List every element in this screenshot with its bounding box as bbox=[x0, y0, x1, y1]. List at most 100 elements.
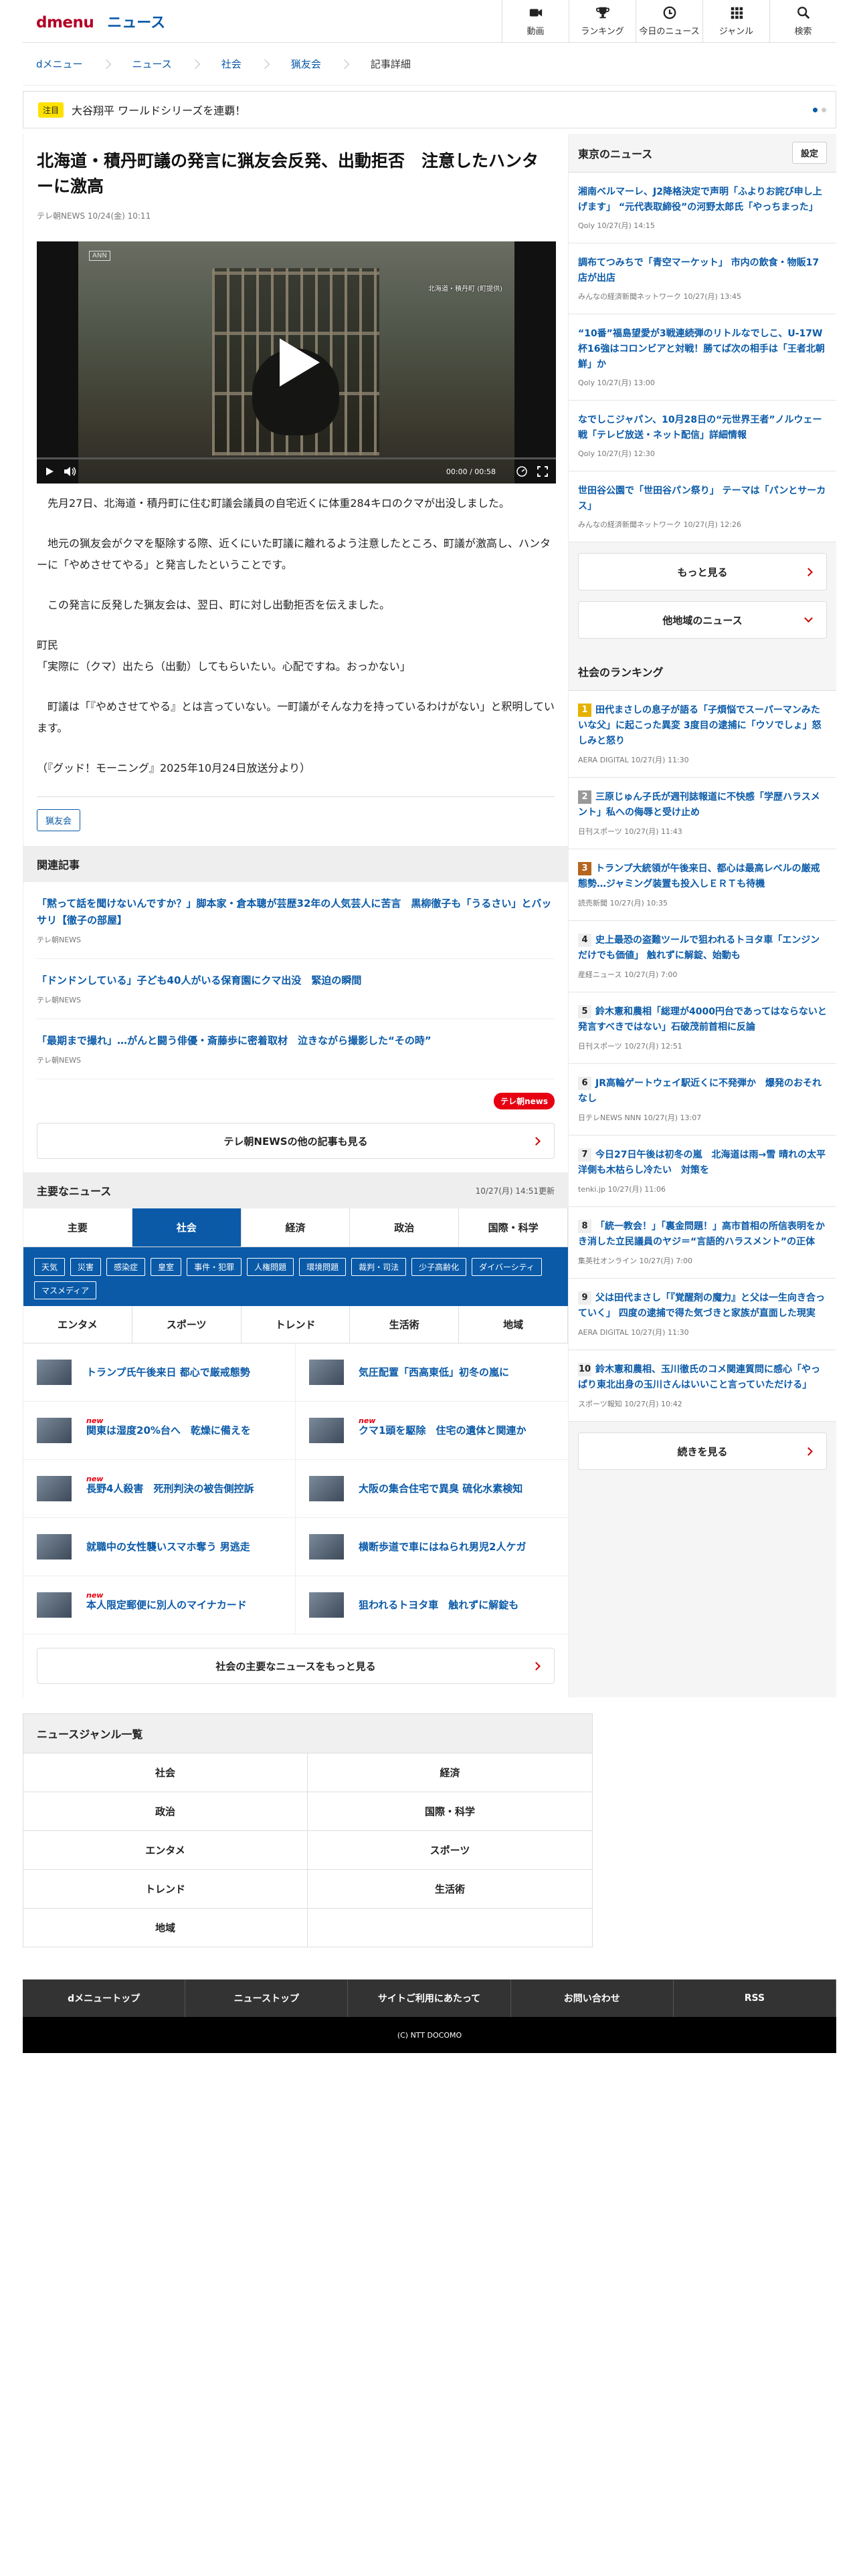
ranking-item[interactable]: 8 「統一教会！」「裏金問題！」高市首相の所信表明をかき消した立民議員のヤジ＝“言… bbox=[569, 1207, 836, 1279]
genre-link[interactable]: 経済 bbox=[308, 1753, 592, 1792]
breadcrumb-society[interactable]: 社会 bbox=[221, 57, 242, 71]
ranking-item-title[interactable]: 三原じゅん子氏が週刊誌報道に不快感「学歴ハラスメント」私への侮辱と受け止め bbox=[578, 792, 820, 818]
nav-search[interactable]: 検索 bbox=[769, 0, 836, 43]
tab-society[interactable]: 社会 bbox=[132, 1208, 242, 1247]
ranking-item[interactable]: 7 今日27日午後は初冬の嵐 北海道は雨→雪 晴れの太平洋側も木枯らし冷たい 対策… bbox=[569, 1136, 836, 1207]
ticker-dot[interactable] bbox=[822, 107, 826, 112]
chip[interactable]: 天気 bbox=[34, 1258, 66, 1276]
tab-economy[interactable]: 経済 bbox=[242, 1208, 351, 1247]
genre-link[interactable]: 政治 bbox=[23, 1792, 308, 1830]
other-region-button[interactable]: 他地域のニュース bbox=[578, 601, 827, 639]
news-grid-title[interactable]: 本人限定郵便に別人のマイナカード bbox=[86, 1599, 247, 1611]
ranking-more-button[interactable]: 続きを見る bbox=[578, 1432, 827, 1470]
news-grid-title[interactable]: 大阪の集合住宅で異臭 硫化水素検知 bbox=[359, 1483, 522, 1495]
ranking-item[interactable]: 6 JR高輪ゲートウェイ駅近くに不発弾か 爆発のおそれなし 日テレNEWS NNN … bbox=[569, 1064, 836, 1136]
local-news-title-text[interactable]: 世田谷公園で「世田谷パン祭り」 テーマは「パンとサーカス」 bbox=[578, 484, 827, 514]
footer-link[interactable]: サイトご利用にあたって bbox=[348, 1979, 511, 2017]
news-grid-item[interactable]: 就職中の女性襲いスマホ奪う 男逃走 bbox=[23, 1518, 296, 1576]
news-grid-title[interactable]: 気圧配置「西高東低」初冬の嵐に bbox=[359, 1366, 509, 1378]
chip[interactable]: 感染症 bbox=[106, 1258, 146, 1276]
ranking-item[interactable]: 4 史上最恐の盗難ツールで狙われるトヨタ車「エンジンだけでも価値」 触れずに解錠、… bbox=[569, 921, 836, 992]
local-news-item[interactable]: なでしこジャパン、10月28日の“元世界王者”ノルウェー戦「テレビ放送・ネット配… bbox=[569, 401, 836, 471]
ranking-item[interactable]: 3 トランプ大統領が午後来日、都心は最高レベルの厳戒態勢…ジャミング装置も投入しＥ… bbox=[569, 849, 836, 921]
video-player[interactable]: ANN 北海道・積丹町 (町提供) 00:00 / 00:58 bbox=[37, 241, 556, 484]
local-news-title-text[interactable]: 湘南ベルマーレ、J2降格決定で声明「ふよりお詫び申し上げます」 “元代表取締役”… bbox=[578, 185, 827, 215]
related-item[interactable]: 「最期まで撮れ」…がんと闘う俳優・斎藤歩に密着取材 泣きながら撮影した“その時”… bbox=[37, 1019, 555, 1079]
chip[interactable]: マスメディア bbox=[34, 1281, 97, 1299]
nav-ranking[interactable]: ランキング bbox=[569, 0, 636, 43]
ranking-item[interactable]: 9 父は田代まさし「『覚醒剤の魔力』と父は一生向き合っていく」 四度の逮捕で得た気… bbox=[569, 1279, 836, 1350]
genre-link[interactable]: エンタメ bbox=[23, 1830, 308, 1869]
chip[interactable]: 人権問題 bbox=[247, 1258, 294, 1276]
chip[interactable]: 環境問題 bbox=[299, 1258, 347, 1276]
local-news-item[interactable]: 世田谷公園で「世田谷パン祭り」 テーマは「パンとサーカス」 みんなの経済新聞ネット… bbox=[569, 471, 836, 542]
ranking-item-title[interactable]: 父は田代まさし「『覚醒剤の魔力』と父は一生向き合っていく」 四度の逮捕で得た気づ… bbox=[578, 1293, 825, 1319]
chip[interactable]: 皇室 bbox=[151, 1258, 182, 1276]
chip[interactable]: 事件・犯罪 bbox=[187, 1258, 242, 1276]
genre-link[interactable]: 生活術 bbox=[308, 1869, 592, 1908]
subtab-trend[interactable]: トレンド bbox=[242, 1306, 351, 1343]
ranking-item[interactable]: 1 田代まさしの息子が語る「子煩悩でスーパーマンみたいな父」に起こった異変 3度目… bbox=[569, 691, 836, 778]
settings-button[interactable]: 設定 bbox=[791, 142, 827, 164]
genre-link[interactable]: トレンド bbox=[23, 1869, 308, 1908]
subtab-entertainment[interactable]: エンタメ bbox=[23, 1306, 132, 1343]
ranking-item-title[interactable]: 今日27日午後は初冬の嵐 北海道は雨→雪 晴れの太平洋側も木枯らし冷たい 対策を bbox=[578, 1150, 826, 1176]
local-news-title-text[interactable]: なでしこジャパン、10月28日の“元世界王者”ノルウェー戦「テレビ放送・ネット配… bbox=[578, 413, 827, 443]
news-grid-title[interactable]: 長野4人殺害 死刑判決の被告側控訴 bbox=[86, 1483, 254, 1495]
footer-link[interactable]: RSS bbox=[674, 1979, 837, 2017]
tab-politics[interactable]: 政治 bbox=[350, 1208, 460, 1247]
genre-link[interactable]: 国際・科学 bbox=[308, 1792, 592, 1830]
play-small-icon[interactable] bbox=[45, 467, 54, 476]
news-grid-title[interactable]: クマ1頭を駆除 住宅の遺体と関連か bbox=[359, 1424, 526, 1436]
breadcrumb-news[interactable]: ニュース bbox=[132, 57, 172, 71]
speed-icon[interactable] bbox=[516, 465, 528, 477]
breadcrumb-dmenu[interactable]: dメニュー bbox=[36, 57, 83, 71]
tab-main[interactable]: 主要 bbox=[23, 1208, 132, 1247]
news-grid-title[interactable]: 就職中の女性襲いスマホ奪う 男逃走 bbox=[86, 1541, 250, 1553]
local-news-title-text[interactable]: “10番”福島望愛が3戦連続弾のリトルなでしこ、U-17W杯16強はコロンビアと… bbox=[578, 326, 827, 372]
news-grid-item[interactable]: new クマ1頭を駆除 住宅の遺体と関連か bbox=[296, 1402, 568, 1460]
news-grid-title[interactable]: 狙われるトヨタ車 触れずに解錠も bbox=[359, 1599, 518, 1611]
related-item-title[interactable]: 「最期まで撮れ」…がんと闘う俳優・斎藤歩に密着取材 泣きながら撮影した“その時” bbox=[37, 1033, 555, 1049]
news-grid-item[interactable]: new 本人限定郵便に別人のマイナカード bbox=[23, 1576, 296, 1634]
ranking-item-title[interactable]: 史上最恐の盗難ツールで狙われるトヨタ車「エンジンだけでも価値」 触れずに解錠、始… bbox=[578, 935, 820, 961]
notice-ticker[interactable]: 注目 大谷翔平 ワールドシリーズを連覇！ bbox=[23, 91, 836, 128]
play-icon[interactable] bbox=[280, 338, 320, 387]
news-grid-item[interactable]: 狙われるトヨタ車 触れずに解錠も bbox=[296, 1576, 568, 1634]
news-grid-item[interactable]: トランプ氏午後来日 都心で厳戒態勢 bbox=[23, 1344, 296, 1402]
volume-icon[interactable] bbox=[64, 466, 77, 477]
related-item-title[interactable]: 「黙って話を聞けないんですか？」脚本家・倉本聰が芸歴32年の人気芸人に苦言 黒柳… bbox=[37, 895, 555, 929]
genre-link[interactable]: 社会 bbox=[23, 1753, 308, 1792]
local-news-item[interactable]: 湘南ベルマーレ、J2降格決定で声明「ふよりお詫び申し上げます」 “元代表取締役”… bbox=[569, 173, 836, 243]
local-news-item[interactable]: “10番”福島望愛が3戦連続弾のリトルなでしこ、U-17W杯16強はコロンビアと… bbox=[569, 314, 836, 401]
news-grid-item[interactable]: 大阪の集合住宅で異臭 硫化水素検知 bbox=[296, 1460, 568, 1518]
local-news-title-text[interactable]: 調布てつみちで「青空マーケット」 市内の飲食・物販17店が出店 bbox=[578, 255, 827, 286]
related-item[interactable]: 「ドンドンしている」子ども40人がいる保育園にクマ出没 緊迫の瞬間 テレ朝NEWS bbox=[37, 959, 555, 1019]
chip[interactable]: ダイバーシティ bbox=[472, 1258, 542, 1276]
news-grid-title[interactable]: 横断歩道で車にはねられ男児2人ケガ bbox=[359, 1541, 526, 1553]
related-item[interactable]: 「黙って話を聞けないんですか？」脚本家・倉本聰が芸歴32年の人気芸人に苦言 黒柳… bbox=[37, 882, 555, 959]
nav-genre[interactable]: ジャンル bbox=[702, 0, 769, 43]
chip[interactable]: 少子高齢化 bbox=[411, 1258, 467, 1276]
chip[interactable]: 災害 bbox=[70, 1258, 102, 1276]
subtab-sports[interactable]: スポーツ bbox=[132, 1306, 242, 1343]
footer-link[interactable]: お問い合わせ bbox=[511, 1979, 674, 2017]
ranking-item-title[interactable]: トランプ大統領が午後来日、都心は最高レベルの厳戒態勢…ジャミング装置も投入しＥＲ… bbox=[578, 863, 820, 889]
news-grid-item[interactable]: new 長野4人殺害 死刑判決の被告側控訴 bbox=[23, 1460, 296, 1518]
ranking-item-title[interactable]: 田代まさしの息子が語る「子煩悩でスーパーマンみたいな父」に起こった異変 3度目の… bbox=[578, 705, 822, 746]
nav-video[interactable]: 動画 bbox=[502, 0, 569, 43]
genre-link[interactable]: スポーツ bbox=[308, 1830, 592, 1869]
breadcrumb-hunting-club[interactable]: 猟友会 bbox=[291, 57, 321, 71]
logo[interactable]: dmenu ニュース bbox=[23, 11, 165, 32]
nav-today[interactable]: 今日のニュース bbox=[636, 0, 702, 43]
topic-tag[interactable]: 猟友会 bbox=[37, 809, 81, 831]
chip[interactable]: 裁判・司法 bbox=[351, 1258, 407, 1276]
ticker-dot[interactable] bbox=[813, 107, 818, 112]
ranking-item[interactable]: 10 鈴木憲和農相、玉川徹氏のコメ関連質問に感心「やっぱり東北出身の玉川さんはいい… bbox=[569, 1350, 836, 1422]
subtab-region[interactable]: 地域 bbox=[459, 1306, 568, 1343]
ranking-item-title[interactable]: 「統一教会！」「裏金問題！」高市首相の所信表明をかき消した立民議員のヤジ＝“言語… bbox=[578, 1221, 825, 1247]
genre-link[interactable]: 地域 bbox=[23, 1908, 308, 1947]
ranking-item-title[interactable]: JR高輪ゲートウェイ駅近くに不発弾か 爆発のおそれなし bbox=[578, 1078, 822, 1104]
footer-link[interactable]: dメニュートップ bbox=[23, 1979, 186, 2017]
local-news-item[interactable]: 調布てつみちで「青空マーケット」 市内の飲食・物販17店が出店 みんなの経済新聞ネ… bbox=[569, 243, 836, 314]
